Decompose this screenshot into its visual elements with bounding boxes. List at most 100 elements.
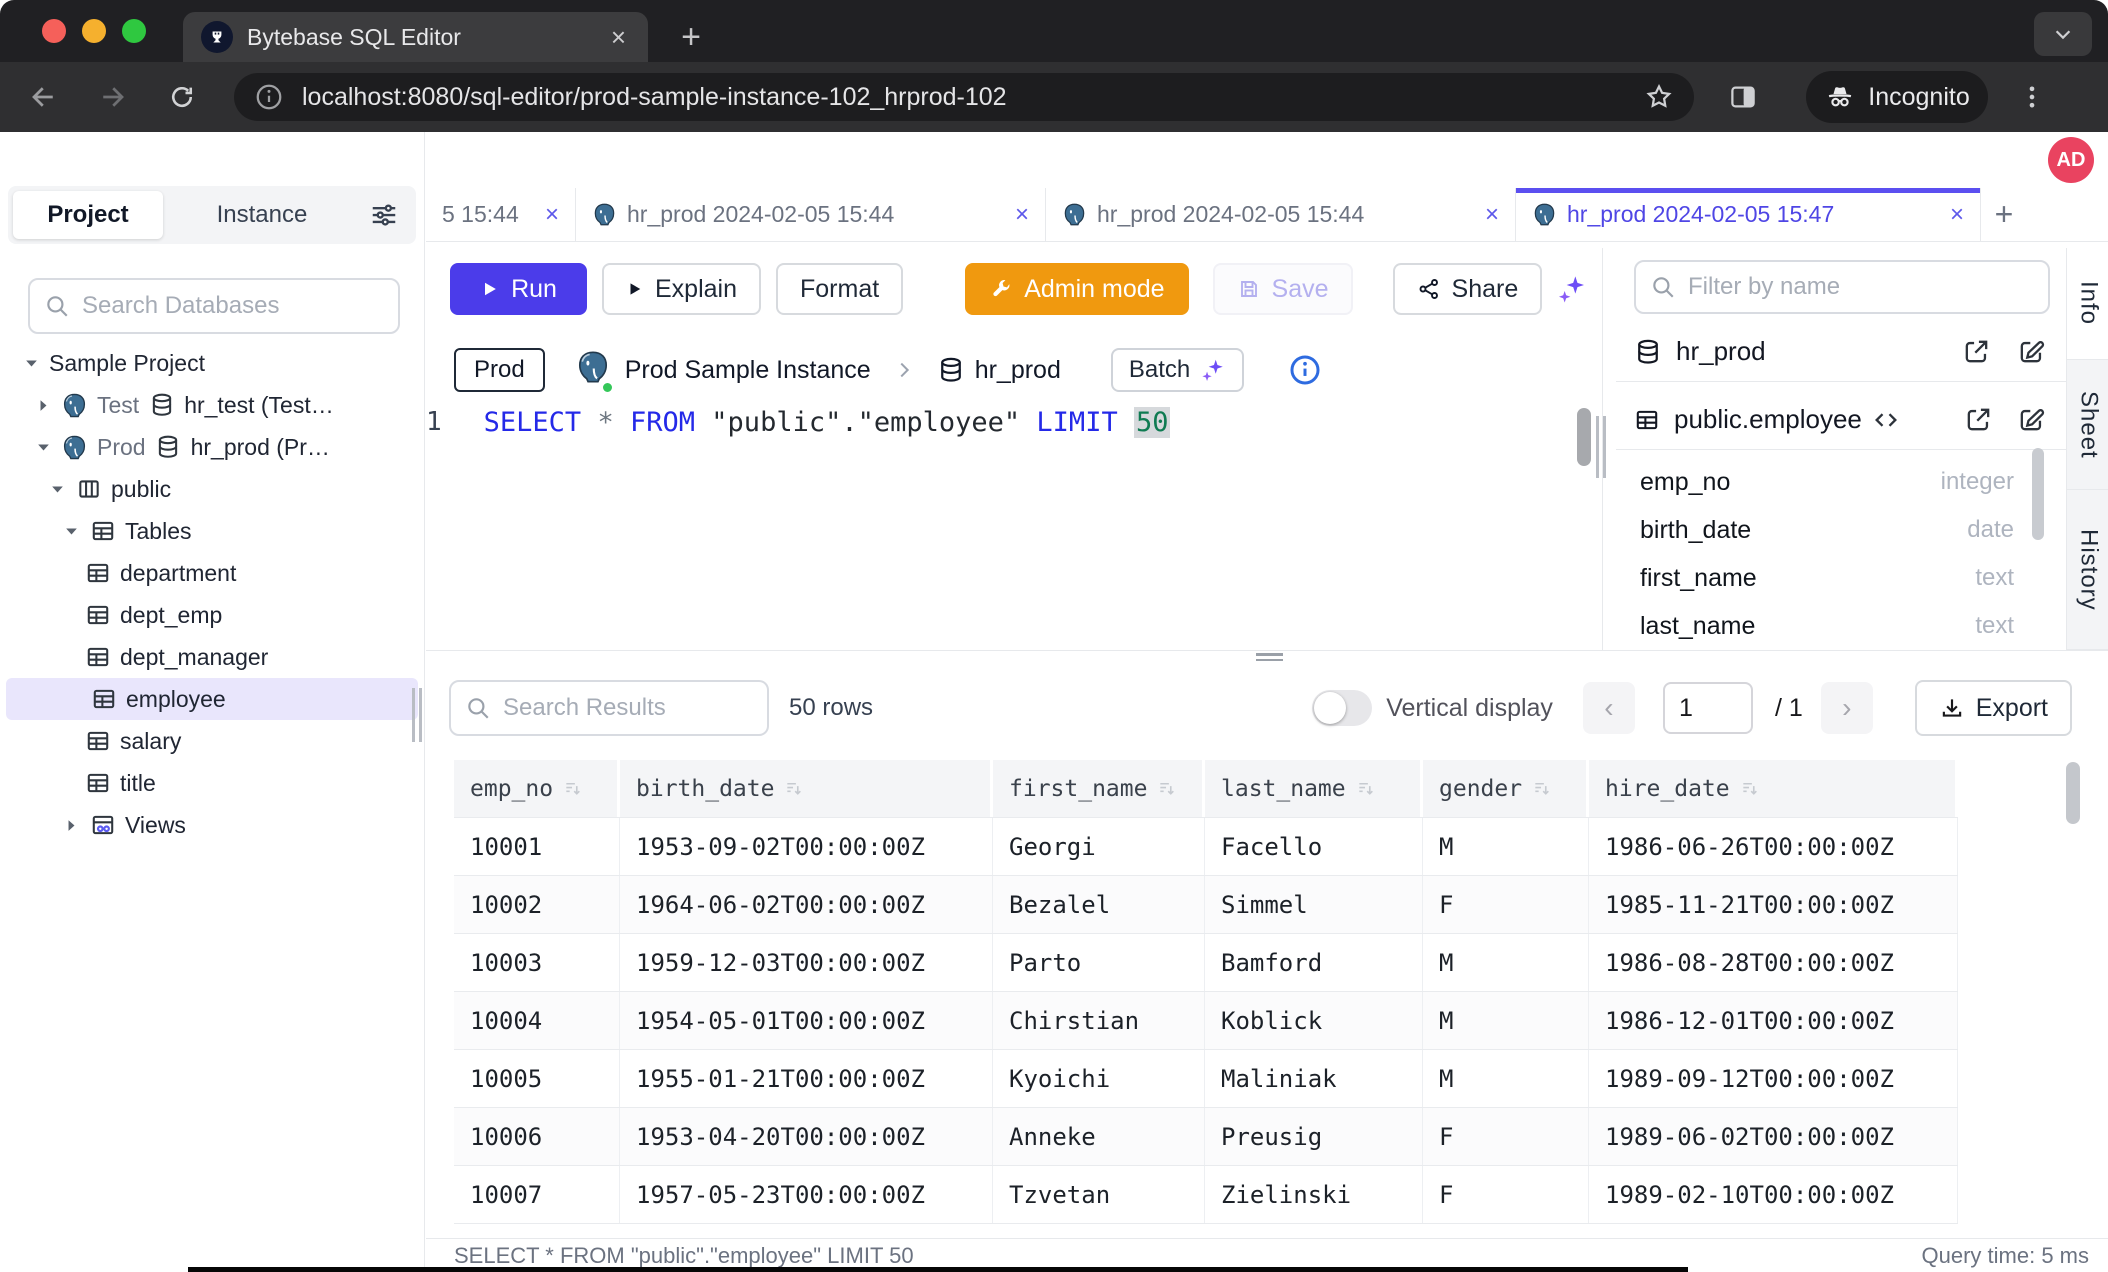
tab-project[interactable]: Project <box>13 191 163 239</box>
batch-button[interactable]: Batch <box>1111 348 1244 392</box>
instance-name[interactable]: Prod Sample Instance <box>625 356 871 385</box>
search-databases-input[interactable] <box>82 292 384 320</box>
sort-icon[interactable] <box>563 779 582 798</box>
admin-mode-button[interactable]: Admin mode <box>965 263 1188 315</box>
external-link-icon[interactable] <box>1962 337 1991 366</box>
vertical-display-toggle[interactable] <box>1312 690 1372 726</box>
browser-tab[interactable]: Bytebase SQL Editor × <box>183 12 648 62</box>
tree-item-title[interactable]: title <box>0 762 424 804</box>
browser-menu-icon[interactable] <box>2018 83 2046 111</box>
add-worksheet-button[interactable]: + <box>1981 188 2027 241</box>
site-info-icon[interactable] <box>254 82 284 112</box>
results-splitter[interactable] <box>426 650 2108 662</box>
results-search[interactable] <box>449 680 769 736</box>
side-panel-icon[interactable] <box>1728 82 1758 112</box>
info-circle-icon[interactable] <box>1288 353 1322 387</box>
tree-item-views[interactable]: Views <box>0 804 424 846</box>
tree-item-salary[interactable]: salary <box>0 720 424 762</box>
tree-item-employee[interactable]: employee <box>6 678 418 720</box>
prev-page-button[interactable]: ‹ <box>1583 682 1635 734</box>
user-avatar[interactable]: AD <box>2048 137 2094 183</box>
column-header-last_name[interactable]: last_name <box>1205 760 1423 817</box>
close-tab-icon[interactable]: × <box>1950 201 1964 229</box>
tree-item-test[interactable]: Testhr_test (Test… <box>0 384 424 426</box>
url-bar[interactable]: localhost:8080/sql-editor/prod-sample-in… <box>234 73 1694 121</box>
export-button[interactable]: Export <box>1915 680 2072 736</box>
tree-item-sample-project[interactable]: Sample Project <box>0 342 424 384</box>
edit-icon[interactable] <box>2017 405 2046 434</box>
table-row[interactable]: 100071957-05-23T00:00:00ZTzvetanZielinsk… <box>454 1166 1958 1224</box>
table-row[interactable]: 100021964-06-02T00:00:00ZBezalelSimmelF1… <box>454 876 1958 934</box>
panel-resize-handle[interactable] <box>1596 416 1606 478</box>
caret-down-icon[interactable] <box>48 481 66 498</box>
column-row-birth_date[interactable]: birth_datedate <box>1616 506 2066 554</box>
explain-button[interactable]: Explain <box>602 263 761 315</box>
bookmark-star-icon[interactable] <box>1644 82 1674 112</box>
tree-item-public[interactable]: public <box>0 468 424 510</box>
database-search[interactable] <box>28 278 400 334</box>
minimize-window-button[interactable] <box>82 19 106 43</box>
sort-icon[interactable] <box>1356 779 1375 798</box>
column-row-emp_no[interactable]: emp_nointeger <box>1616 458 2066 506</box>
tree-item-dept-manager[interactable]: dept_manager <box>0 636 424 678</box>
tab-instance[interactable]: Instance <box>163 201 361 229</box>
share-button[interactable]: Share <box>1393 263 1543 315</box>
side-tab-history[interactable]: History <box>2067 490 2108 650</box>
run-button[interactable]: Run <box>450 263 587 315</box>
table-row[interactable]: 100031959-12-03T00:00:00ZPartoBamfordM19… <box>454 934 1958 992</box>
worksheet-tab-active[interactable]: hr_prod 2024-02-05 15:47× <box>1516 188 1981 241</box>
filter-settings-icon[interactable] <box>361 200 407 230</box>
database-name[interactable]: hr_prod <box>975 356 1061 385</box>
tab-search-chevron-button[interactable] <box>2034 12 2092 56</box>
results-scrollbar[interactable] <box>2066 762 2080 824</box>
ai-assistant-button[interactable] <box>1548 263 1596 315</box>
caret-down-icon[interactable] <box>34 439 52 456</box>
external-link-icon[interactable] <box>1964 405 1993 434</box>
column-header-hire_date[interactable]: hire_date <box>1589 760 1958 817</box>
zoom-window-button[interactable] <box>122 19 146 43</box>
sql-statement[interactable]: SELECT * FROM "public"."employee" LIMIT … <box>484 406 1171 650</box>
tree-item-dept-emp[interactable]: dept_emp <box>0 594 424 636</box>
table-row[interactable]: 100051955-01-21T00:00:00ZKyoichiMaliniak… <box>454 1050 1958 1108</box>
sort-icon[interactable] <box>1740 779 1759 798</box>
close-tab-icon[interactable]: × <box>1015 201 1029 229</box>
column-row-last_name[interactable]: last_nametext <box>1616 602 2066 650</box>
schema-database-row[interactable]: hr_prod <box>1616 322 2066 382</box>
reload-icon[interactable] <box>160 75 204 119</box>
tab-close-icon[interactable]: × <box>607 24 630 50</box>
close-window-button[interactable] <box>42 19 66 43</box>
back-icon[interactable] <box>22 75 66 119</box>
forward-icon[interactable] <box>90 75 134 119</box>
tree-item-department[interactable]: department <box>0 552 424 594</box>
column-row-first_name[interactable]: first_nametext <box>1616 554 2066 602</box>
tree-item-prod[interactable]: Prodhr_prod (Pr… <box>0 426 424 468</box>
column-header-emp_no[interactable]: emp_no <box>454 760 620 817</box>
editor-scrollbar[interactable] <box>1577 408 1591 466</box>
edit-icon[interactable] <box>2017 337 2046 366</box>
next-page-button[interactable]: › <box>1821 682 1873 734</box>
code-icon[interactable] <box>1872 406 1900 434</box>
sql-editor[interactable]: 1 SELECT * FROM "public"."employee" LIMI… <box>426 406 1018 650</box>
tree-item-tables[interactable]: Tables <box>0 510 424 552</box>
caret-right-icon[interactable] <box>62 817 80 834</box>
caret-down-icon[interactable] <box>22 355 40 372</box>
caret-down-icon[interactable] <box>62 523 80 540</box>
sort-icon[interactable] <box>1157 779 1176 798</box>
table-row[interactable]: 100011953-09-02T00:00:00ZGeorgiFacelloM1… <box>454 818 1958 876</box>
schema-scrollbar[interactable] <box>2032 448 2044 540</box>
schema-table-row[interactable]: public.employee <box>1616 390 2066 450</box>
worksheet-tab[interactable]: hr_prod 2024-02-05 15:44× <box>1046 188 1516 241</box>
search-results-input[interactable] <box>503 694 753 722</box>
worksheet-tab[interactable]: 5 15:44× <box>426 188 576 241</box>
schema-filter[interactable] <box>1634 260 2050 314</box>
worksheet-tab[interactable]: hr_prod 2024-02-05 15:44× <box>576 188 1046 241</box>
format-button[interactable]: Format <box>776 263 903 315</box>
column-header-first_name[interactable]: first_name <box>993 760 1205 817</box>
column-header-gender[interactable]: gender <box>1423 760 1589 817</box>
sort-icon[interactable] <box>1532 779 1551 798</box>
side-tab-info[interactable]: Info <box>2067 248 2108 360</box>
sort-icon[interactable] <box>784 779 803 798</box>
column-header-birth_date[interactable]: birth_date <box>620 760 993 817</box>
url-text[interactable]: localhost:8080/sql-editor/prod-sample-in… <box>302 83 1644 112</box>
side-tab-sheet[interactable]: Sheet <box>2067 360 2108 490</box>
